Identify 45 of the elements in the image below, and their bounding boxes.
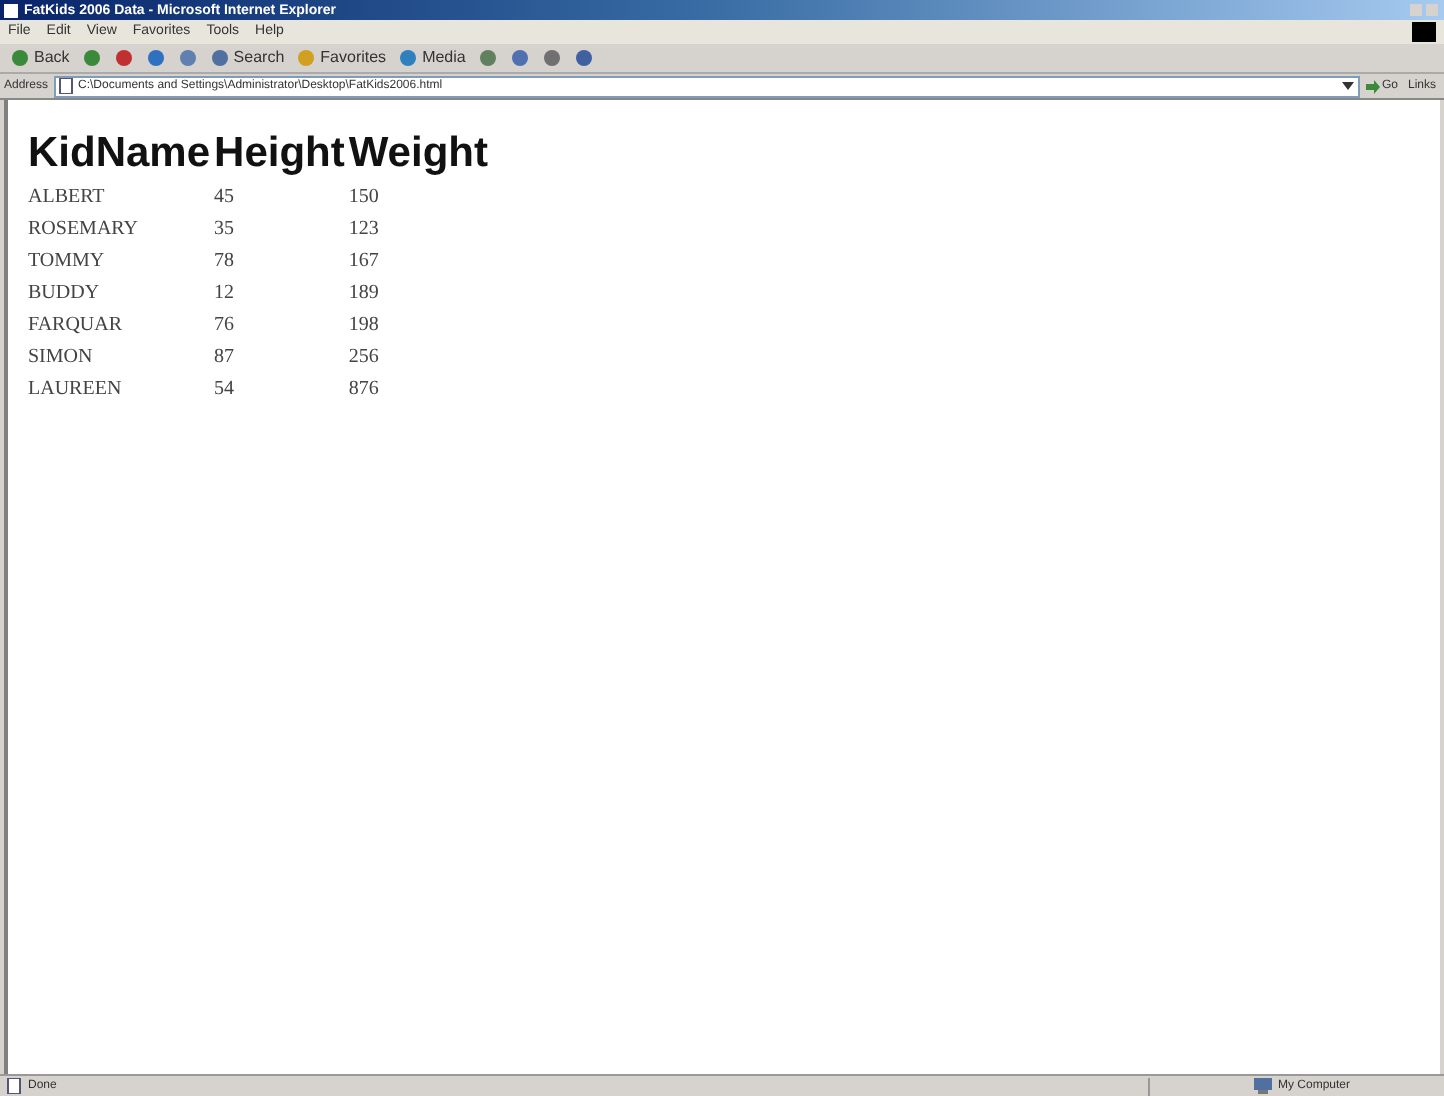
table-cell-text: 189 [348, 279, 381, 308]
toolbar-icon [296, 48, 317, 68]
table-cell-text: 76 [214, 311, 237, 340]
toolbar-icon [541, 48, 562, 68]
table-cell-text: FARQUAR [28, 311, 125, 340]
toolbar-icon [113, 48, 134, 68]
table-cell: ALBERT [28, 180, 215, 213]
table-cell-text: 150 [348, 183, 381, 212]
column-header: KidName [28, 128, 213, 180]
table-cell: 54 [214, 372, 349, 405]
favorites-button[interactable]: Favorites [290, 44, 393, 72]
column-header: Weight [348, 128, 490, 180]
media-button[interactable]: Media [392, 44, 472, 72]
table-cell-text: 123 [348, 215, 381, 244]
table-cell-text: 198 [348, 311, 381, 340]
table-cell-text: TOMMY [28, 247, 107, 276]
dropdown-icon[interactable] [1339, 78, 1356, 94]
back-button[interactable]: Back [4, 44, 76, 72]
toolbar-icon [398, 48, 419, 68]
table-cell: SIMON [28, 340, 215, 373]
table-cell: 87 [214, 340, 349, 373]
table-cell-text: 78 [214, 247, 237, 276]
app-icon [4, 3, 18, 17]
toolbar-icon [10, 48, 30, 68]
toolbar-icon [477, 48, 498, 68]
table-cell-text: BUDDY [28, 279, 102, 308]
column-header: Height [214, 128, 349, 181]
toolbar-icon [573, 48, 594, 68]
page-icon [58, 78, 75, 94]
toolbar-icon [509, 48, 530, 68]
table-cell-text: 167 [348, 247, 381, 276]
table-cell-text: 45 [214, 183, 237, 212]
toolbar-icon [177, 48, 198, 68]
table-cell-text: 876 [348, 375, 381, 404]
toolbar-icon [145, 48, 166, 68]
table-cell-text: 256 [348, 343, 381, 372]
page-icon [6, 1078, 22, 1094]
table-cell-text: 35 [214, 215, 237, 244]
table-cell: ROSEMARY [28, 212, 215, 245]
arrow-icon [1365, 79, 1380, 93]
toolbar-icon [81, 48, 102, 68]
table-cell-text: 12 [214, 279, 237, 308]
computer-icon [1254, 1078, 1272, 1094]
search-button[interactable]: Search [203, 44, 291, 72]
table-cell-text: LAUREEN [28, 375, 124, 404]
